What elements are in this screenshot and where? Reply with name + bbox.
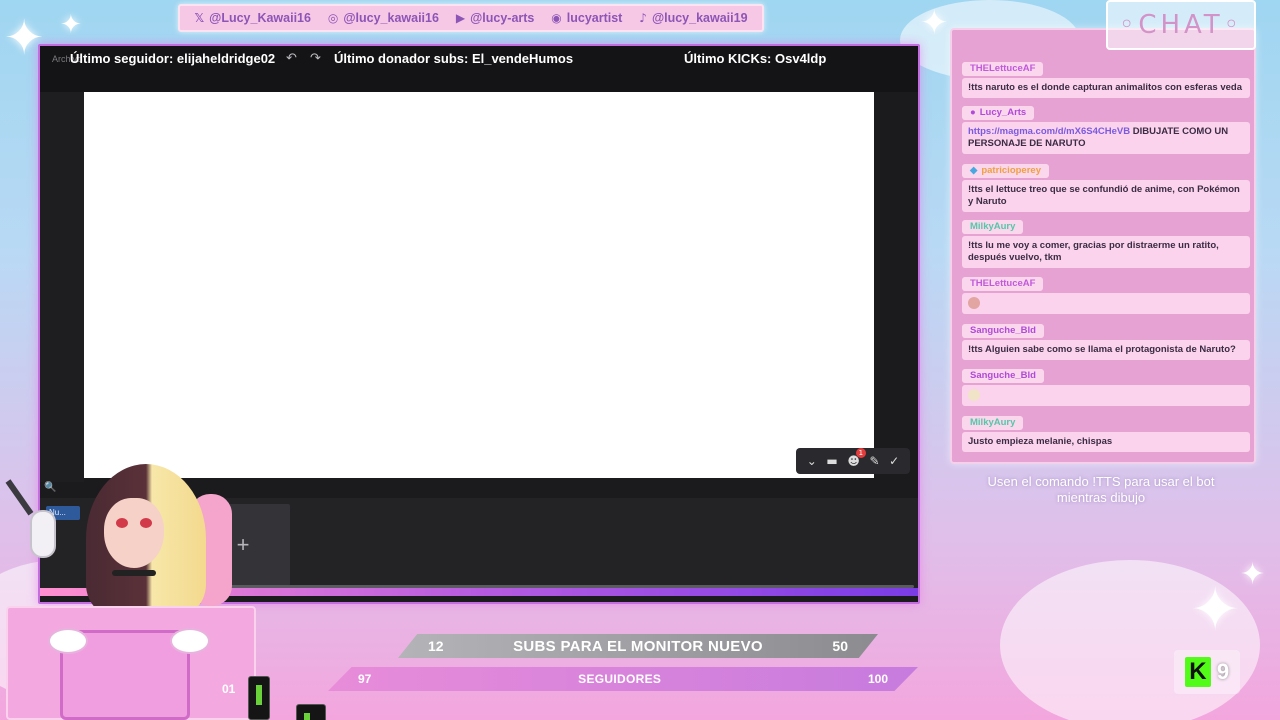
social-youtube: ▶ @lucy-arts [456, 11, 535, 25]
socials-bar: 𝕏 @Lucy_Kawaii16 ◎ @lucy_kawaii16 ▶ @lucy-a… [178, 4, 764, 32]
chat-bubble: https://magma.com/d/mX6S4CHeVB DIBUJATE … [962, 122, 1250, 154]
chat-message: MilkyAury !tts lu me voy a comer, gracia… [962, 216, 1252, 268]
canvas-toolbar: ⌄ ▬ ☻ ✎ ✓ [796, 448, 910, 474]
subs-current: 12 [428, 638, 444, 654]
user-badge-icon: ◆ [970, 165, 978, 176]
tiktok-icon: ♪ [639, 11, 647, 25]
chat-message: MilkyAury Justo empieza melanie, chispas [962, 412, 1252, 452]
chat-icon[interactable]: ▬ [826, 454, 837, 468]
chat-bubble [962, 385, 1250, 406]
user-badge-icon: ● [970, 107, 976, 118]
sparkle-icon: ✦ [1240, 557, 1266, 592]
check-icon[interactable]: ✓ [889, 454, 899, 468]
chat-bubble: !tts lu me voy a comer, gracias por dist… [962, 236, 1250, 268]
chat-username: THELettuceAF [962, 62, 1044, 76]
chat-bubble: !tts naruto es el donde capturan animali… [962, 78, 1250, 98]
subs-target: 50 [832, 638, 848, 654]
username-text: Sanguche_Bld [970, 370, 1036, 381]
discord-icon: ◉ [551, 11, 562, 25]
followers-current: 97 [358, 672, 372, 686]
avatar-face [104, 498, 164, 568]
social-label: @Lucy_Kawaii16 [209, 11, 311, 25]
username-text: THELettuceAF [970, 63, 1036, 74]
avatar-eye [116, 518, 128, 528]
kick-viewer-count: 9 [1216, 659, 1230, 684]
chat-message: THELettuceAF !tts naruto es el donde cap… [962, 58, 1252, 98]
social-instagram: ◎ @lucy_kawaii16 [328, 11, 439, 25]
notification-icon[interactable]: ☻ [847, 448, 866, 468]
chat-username: Sanguche_Bld [962, 324, 1044, 338]
last-donor-ticker: Último donador subs: El_vendeHumos [334, 51, 574, 66]
username-text: MilkyAury [970, 221, 1016, 232]
x-icon: 𝕏 [194, 11, 205, 25]
followers-target: 100 [867, 672, 888, 686]
emote-icon [968, 297, 980, 309]
chat-username: THELettuceAF [962, 277, 1044, 291]
sparkle-icon: ✦ [1190, 575, 1241, 645]
subs-goal-label: SUBS PARA EL MONITOR NUEVO [513, 637, 763, 655]
chat-username: ◆ patricioperey [962, 164, 1049, 178]
username-text: patricioperey [981, 165, 1041, 176]
social-label: @lucy-arts [470, 11, 535, 25]
chevron-down-icon[interactable]: ⌄ [807, 454, 817, 468]
undo-icon[interactable]: ↶ [286, 51, 297, 66]
instagram-icon: ◎ [327, 11, 339, 25]
chat-message: ● Lucy_Arts https://magma.com/d/mX6S4CHeV… [962, 102, 1252, 154]
followers-goal-bar: 97 SEGUIDORES 100 [328, 667, 918, 691]
chat-link[interactable]: https://magma.com/d/mX6S4CHeVB [968, 126, 1130, 137]
social-label: lucyartist [566, 11, 623, 25]
chat-bubble [962, 293, 1250, 314]
username-text: Lucy_Arts [979, 107, 1027, 118]
sparkle-icon: ✦ [920, 3, 949, 43]
brush-icon[interactable]: ✎ [869, 454, 879, 468]
left-toolbar [40, 92, 84, 482]
youtube-icon: ▶ [455, 11, 466, 25]
subs-goal-bar: 12 SUBS PARA EL MONITOR NUEVO 50 [398, 634, 878, 658]
chat-bubble: Justo empieza melanie, chispas [962, 432, 1250, 452]
avatar-choker [112, 570, 156, 576]
avatar-hand [48, 628, 88, 654]
username-text: MilkyAury [970, 417, 1016, 428]
username-text: Sanguche_Bld [970, 325, 1036, 336]
social-discord: ◉ lucyartist [551, 11, 622, 25]
tts-instructions: Usen el comando !TTS para usar el bot mi… [987, 474, 1215, 505]
chat-bubble: !tts el lettuce treo que se confundió de… [962, 180, 1250, 212]
social-label: @lucy_kawaii19 [651, 11, 748, 25]
drawing-canvas[interactable] [84, 92, 874, 478]
avatar-eye [140, 518, 152, 528]
avatar-hand [170, 628, 210, 654]
microphone-icon [30, 510, 56, 558]
chat-message: Sanguche_Bld !tts Alguien sabe como se l… [962, 320, 1252, 360]
followers-goal-label: SEGUIDORES [578, 672, 662, 686]
sparkle-icon: ✦ [60, 10, 82, 40]
chat-title: ◦CHAT◦ [1106, 0, 1256, 50]
emote-icon [968, 389, 980, 401]
chat-message: Sanguche_Bld [962, 365, 1252, 406]
chat-panel: THELettuceAF !tts naruto es el donde cap… [950, 28, 1256, 464]
chat-username: MilkyAury [962, 416, 1024, 430]
kick-viewer-widget: K 9 [1174, 650, 1240, 694]
chat-username: Sanguche_Bld [962, 369, 1044, 383]
chat-message: THELettuceAF [962, 273, 1252, 314]
chat-username: MilkyAury [962, 220, 1024, 234]
energy-drink-can [296, 704, 326, 720]
kick-logo-icon: K [1184, 657, 1211, 687]
last-follower-ticker: Último seguidor: elijaheldridge02 [70, 51, 276, 66]
energy-drink-can [248, 676, 270, 720]
last-kicks-ticker: Último KICKs: Osv4ldp [684, 51, 827, 66]
username-text: THELettuceAF [970, 278, 1036, 289]
chat-username: ● Lucy_Arts [962, 106, 1035, 120]
social-x: 𝕏 @Lucy_Kawaii16 [194, 11, 311, 25]
redo-icon[interactable]: ↷ [310, 51, 321, 66]
social-tiktok: ♪ @lucy_kawaii19 [639, 11, 747, 25]
can-counter: 01 [222, 682, 236, 696]
mic-arm [5, 479, 34, 516]
social-label: @lucy_kawaii16 [343, 11, 439, 25]
layers-search-icon[interactable]: 🔍 [44, 482, 56, 493]
plus-icon: + [236, 532, 250, 557]
chat-message: ◆ patricioperey !tts el lettuce treo que … [962, 160, 1252, 212]
chat-bubble: !tts Alguien sabe como se llama el prota… [962, 340, 1250, 360]
